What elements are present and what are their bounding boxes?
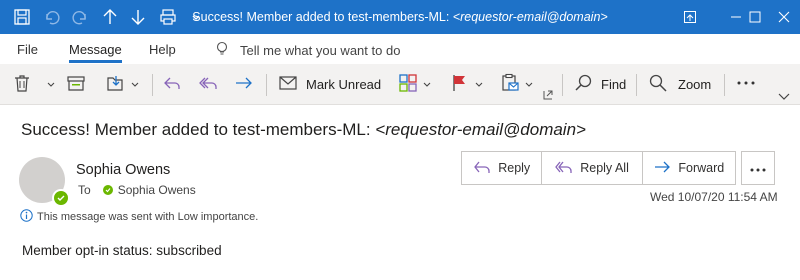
close-icon[interactable] (766, 0, 800, 34)
ribbon: Mark Unread Find Zoom (0, 64, 800, 105)
zoom-label: Zoom (678, 76, 712, 92)
categorize-icon (398, 73, 418, 96)
next-item-icon[interactable] (128, 7, 148, 27)
expand-ribbon-button[interactable] (778, 90, 790, 102)
chevron-down-icon (778, 89, 790, 104)
title-bar: Success! Member added to test-members-ML… (0, 0, 800, 34)
tab-help[interactable]: Help (149, 42, 176, 57)
mark-unread-label: Mark Unread (306, 76, 382, 92)
info-icon (20, 209, 33, 225)
window-title-text: Success! Member added to test-members-ML… (192, 10, 453, 24)
ribbon-display-options-icon[interactable] (672, 0, 708, 34)
tell-me-search[interactable]: Tell me what you want to do (214, 41, 400, 60)
chevron-down-icon (520, 77, 533, 92)
tab-file[interactable]: File (17, 42, 38, 57)
redo-icon[interactable] (70, 7, 90, 27)
chevron-down-icon (418, 77, 431, 92)
message-subject: Success! Member added to test-members-ML… (21, 120, 586, 140)
ribbon-forward-button[interactable] (234, 72, 254, 96)
reply-label: Reply (498, 161, 531, 175)
reply-all-button[interactable]: Reply All (542, 152, 643, 184)
save-icon[interactable] (12, 7, 32, 27)
more-options-icon (750, 159, 766, 177)
ribbon-divider (636, 74, 637, 96)
reply-actions-group: Reply Reply All Forward (461, 151, 736, 185)
archive-button[interactable] (66, 72, 86, 96)
reply-all-label: Reply All (580, 161, 629, 175)
find-label: Find (601, 76, 627, 92)
undo-icon[interactable] (42, 7, 62, 27)
reply-all-icon (198, 73, 218, 96)
message-body: Member opt-in status: subscribed (22, 243, 222, 258)
archive-icon (66, 73, 86, 96)
ribbon-divider (724, 74, 725, 96)
reply-button[interactable]: Reply (462, 152, 543, 184)
search-icon (574, 73, 594, 96)
forward-button[interactable]: Forward (643, 152, 735, 184)
move-to-folder-icon (106, 73, 126, 96)
tell-me-text: Tell me what you want to do (240, 43, 401, 58)
find-button[interactable]: Find (574, 72, 626, 96)
chevron-down-icon (126, 77, 139, 92)
forward-label: Forward (678, 161, 725, 175)
sender-name[interactable]: Sophia Owens (76, 162, 170, 178)
delete-button[interactable] (12, 72, 55, 96)
more-options-icon (736, 73, 756, 96)
menu-bar: File Message Help Tell me what you want … (0, 34, 800, 64)
mark-unread-button[interactable]: Mark Unread (278, 72, 381, 96)
dialog-launcher-icon (543, 88, 553, 103)
follow-up-button[interactable] (450, 72, 483, 96)
print-icon[interactable] (158, 7, 178, 27)
presence-available-icon (102, 185, 113, 195)
chevron-down-icon (42, 77, 55, 92)
recipient-name[interactable]: Sophia Owens (118, 183, 196, 197)
importance-text: This message was sent with Low importanc… (37, 211, 259, 223)
chevron-down-icon (470, 77, 483, 92)
to-label: To (78, 183, 91, 197)
customize-toolbar-icon[interactable] (186, 7, 206, 27)
recipients-row: To Sophia Owens (78, 183, 196, 197)
ribbon-reply-all-button[interactable] (198, 72, 218, 96)
clipboard-mail-icon (500, 73, 520, 96)
more-actions-button[interactable] (741, 151, 775, 185)
window-title-email: <requestor-email@domain> (452, 10, 608, 24)
envelope-icon (278, 73, 298, 96)
zoom-icon (648, 73, 668, 96)
forward-icon (234, 73, 254, 96)
actions-button[interactable] (500, 72, 533, 96)
ribbon-divider (152, 74, 153, 96)
flag-icon (450, 73, 470, 96)
forward-icon (653, 160, 671, 177)
reply-all-icon (555, 160, 573, 177)
subject-text: Success! Member added to test-members-ML… (21, 120, 376, 139)
group-dialog-launcher[interactable] (543, 90, 553, 100)
subject-email: <requestor-email@domain> (375, 120, 586, 139)
ribbon-reply-button[interactable] (162, 72, 182, 96)
lightbulb-icon (214, 41, 230, 60)
importance-infobar: This message was sent with Low importanc… (20, 209, 258, 225)
message-timestamp: Wed 10/07/20 11:54 AM (650, 190, 778, 204)
tab-message[interactable]: Message (69, 42, 122, 63)
reply-icon (473, 160, 491, 177)
presence-available-icon (52, 189, 70, 207)
categorize-button[interactable] (398, 72, 431, 96)
previous-item-icon[interactable] (100, 7, 120, 27)
ribbon-divider (562, 74, 563, 96)
trash-icon (12, 73, 32, 96)
more-commands-button[interactable] (736, 72, 756, 96)
reply-icon (162, 73, 182, 96)
move-button[interactable] (106, 72, 139, 96)
zoom-button[interactable]: Zoom (648, 72, 711, 96)
ribbon-divider (266, 74, 267, 96)
